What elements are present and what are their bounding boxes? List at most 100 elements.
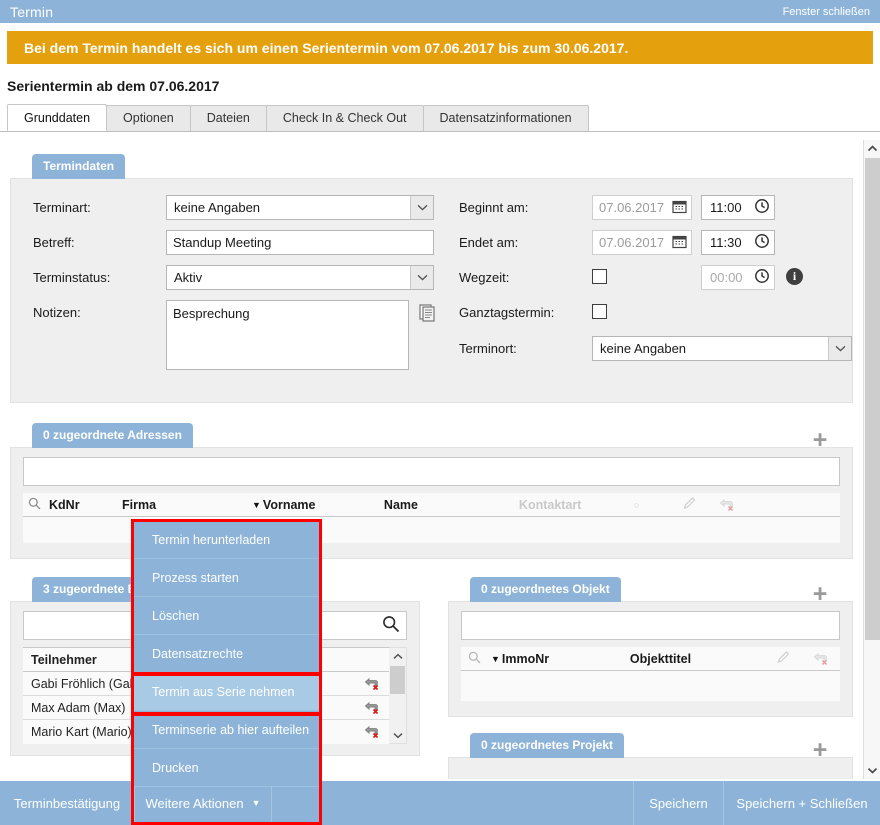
add-projekt-icon[interactable]: + <box>803 735 837 765</box>
label-terminstatus: Terminstatus: <box>33 270 111 285</box>
panel-tab-beteiligte[interactable]: 3 zugeordnete B <box>32 577 148 602</box>
panel-termindaten: Termindaten Terminart: keine Angaben Bet… <box>10 154 853 403</box>
panel-body-termindaten: Terminart: keine Angaben Betreff: Standu… <box>10 178 853 403</box>
speichern-button[interactable]: Speichern <box>633 781 723 825</box>
edit-pencil-icon[interactable] <box>776 650 791 668</box>
scroll-down-icon[interactable] <box>864 762 880 779</box>
objekt-search-box[interactable] <box>461 611 840 640</box>
panel-body-projekt <box>448 757 853 779</box>
panel-tab-termindaten[interactable]: Termindaten <box>32 154 126 179</box>
footer-spacer <box>272 781 633 825</box>
col-objekttitel[interactable]: Objekttitel <box>630 652 776 666</box>
tab-grunddaten[interactable]: Grunddaten <box>7 104 108 131</box>
remove-link-icon[interactable] <box>364 701 381 715</box>
adressen-table-header: KdNr Firma ▼ Vorname Name Kontaktart ○ <box>23 493 840 517</box>
scroll-up-icon[interactable] <box>864 140 880 157</box>
remove-link-icon[interactable] <box>719 498 736 512</box>
termindaten-left-column: Terminart: keine Angaben Betreff: Standu… <box>11 195 449 380</box>
col-kontaktart[interactable]: Kontaktart <box>519 498 634 512</box>
banner-wrapper: Bei dem Termin handelt es sich um einen … <box>0 23 880 64</box>
notes-editor-icon[interactable] <box>417 302 437 322</box>
timepicker-endet[interactable]: 11:30 <box>701 230 775 255</box>
termindaten-form: Terminart: keine Angaben Betreff: Standu… <box>11 179 852 402</box>
scroll-up-icon[interactable] <box>389 648 406 664</box>
label-betreff: Betreff: <box>33 235 75 250</box>
remove-link-icon[interactable] <box>364 677 381 691</box>
select-terminstatus[interactable]: Aktiv <box>166 265 434 290</box>
weitere-aktionen-menu[interactable]: Termin herunterladen Prozess starten Lös… <box>133 521 320 787</box>
menu-item-termin-herunterladen[interactable]: Termin herunterladen <box>133 521 320 559</box>
label-notizen: Notizen: <box>33 305 81 320</box>
field-wegzeit: Wegzeit: 00:00 i <box>459 265 852 290</box>
scrollbar-thumb[interactable] <box>865 158 880 640</box>
remove-link-icon[interactable] <box>813 652 830 666</box>
input-betreff[interactable] <box>166 230 434 255</box>
datepicker-endet[interactable]: 07.06.2017 <box>592 230 692 255</box>
menu-item-datensatzrechte[interactable]: Datensatzrechte <box>133 635 320 673</box>
terminbestaetigung-button[interactable]: Terminbestätigung <box>0 781 135 825</box>
menu-item-drucken[interactable]: Drucken <box>133 749 320 787</box>
menu-item-prozess-starten[interactable]: Prozess starten <box>133 559 320 597</box>
tab-datensatzinformationen[interactable]: Datensatzinformationen <box>422 105 589 131</box>
add-adresse-icon[interactable]: + <box>803 425 837 455</box>
main-scrollbar[interactable] <box>863 140 880 779</box>
search-icon[interactable] <box>28 497 41 513</box>
panel-tab-adressen[interactable]: 0 zugeordnete Adressen <box>32 423 193 448</box>
teilnehmer-name: Mario Kart (Mario) <box>31 725 132 739</box>
menu-item-termin-aus-serie-nehmen[interactable]: Termin aus Serie nehmen <box>133 673 320 711</box>
scroll-down-icon[interactable] <box>389 727 406 743</box>
info-icon[interactable]: i <box>786 268 803 285</box>
tab-checkin-checkout[interactable]: Check In & Check Out <box>265 105 424 131</box>
select-terminort[interactable]: keine Angaben <box>592 336 852 361</box>
content-scroll-region: Termindaten Terminart: keine Angaben Bet… <box>0 140 880 779</box>
select-terminart[interactable]: keine Angaben <box>166 195 434 220</box>
speichern-schliessen-button[interactable]: Speichern + Schließen <box>723 781 880 825</box>
objekt-projekt-column: 0 zugeordnetes Objekt + ▼ ImmoNr Objektt… <box>430 577 863 779</box>
search-icon[interactable] <box>468 651 481 667</box>
chevron-down-icon <box>410 196 433 219</box>
datepicker-beginnt[interactable]: 07.06.2017 <box>592 195 692 220</box>
field-terminort: Terminort: keine Angaben <box>459 336 852 361</box>
panel-objekt: 0 zugeordnetes Objekt + ▼ ImmoNr Objektt… <box>448 577 853 717</box>
col-kdnr[interactable]: KdNr <box>49 498 122 512</box>
search-icon[interactable] <box>382 615 400 637</box>
field-terminstatus: Terminstatus: Aktiv <box>33 265 449 290</box>
add-objekt-icon[interactable]: + <box>803 579 837 609</box>
field-ganztagstermin: Ganztagstermin: <box>459 300 852 320</box>
menu-item-loeschen[interactable]: Löschen <box>133 597 320 635</box>
col-firma[interactable]: Firma <box>122 498 252 512</box>
circle-icon: ○ <box>633 499 640 510</box>
checkbox-ganztagstermin[interactable] <box>592 304 607 319</box>
close-window-link[interactable]: Fenster schließen <box>783 6 870 18</box>
col-immonr[interactable]: ImmoNr <box>502 652 630 666</box>
field-terminart: Terminart: keine Angaben <box>33 195 449 220</box>
panel-tab-objekt[interactable]: 0 zugeordnetes Objekt <box>470 577 621 602</box>
checkbox-wegzeit[interactable] <box>592 269 607 284</box>
timepicker-beginnt[interactable]: 11:00 <box>701 195 775 220</box>
edit-pencil-icon[interactable] <box>682 496 697 514</box>
col-teilnehmer[interactable]: Teilnehmer <box>31 653 97 667</box>
tab-optionen[interactable]: Optionen <box>106 105 191 131</box>
panel-tab-projekt[interactable]: 0 zugeordnetes Projekt <box>470 733 625 758</box>
beteiligte-scrollbar[interactable] <box>389 647 407 744</box>
weitere-aktionen-button[interactable]: Weitere Aktionen ▼ <box>135 781 272 825</box>
label-terminort: Terminort: <box>459 341 517 356</box>
termindaten-right-column: Beginnt am: 07.06.2017 11:00 Endet am: 0… <box>449 195 852 380</box>
clock-icon <box>754 198 770 217</box>
series-info-banner: Bei dem Termin handelt es sich um einen … <box>7 31 873 64</box>
sort-desc-icon: ▼ <box>252 499 261 510</box>
input-notizen[interactable]: Besprechung <box>166 300 409 370</box>
col-vorname[interactable]: Vorname <box>263 498 384 512</box>
content-inner: Termindaten Terminart: keine Angaben Bet… <box>0 140 863 779</box>
menu-item-terminserie-ab-hier-aufteilen[interactable]: Terminserie ab hier aufteilen <box>133 711 320 749</box>
col-name[interactable]: Name <box>384 498 519 512</box>
scrollbar-thumb[interactable] <box>390 666 405 694</box>
tab-dateien[interactable]: Dateien <box>189 105 267 131</box>
select-terminort-value: keine Angaben <box>600 341 687 356</box>
remove-link-icon[interactable] <box>364 725 381 739</box>
clock-icon <box>754 233 770 252</box>
select-terminart-value: keine Angaben <box>174 200 261 215</box>
adressen-search-box[interactable] <box>23 457 840 486</box>
timepicker-wegzeit[interactable]: 00:00 <box>701 265 775 290</box>
label-ganztagstermin: Ganztagstermin: <box>459 305 555 320</box>
